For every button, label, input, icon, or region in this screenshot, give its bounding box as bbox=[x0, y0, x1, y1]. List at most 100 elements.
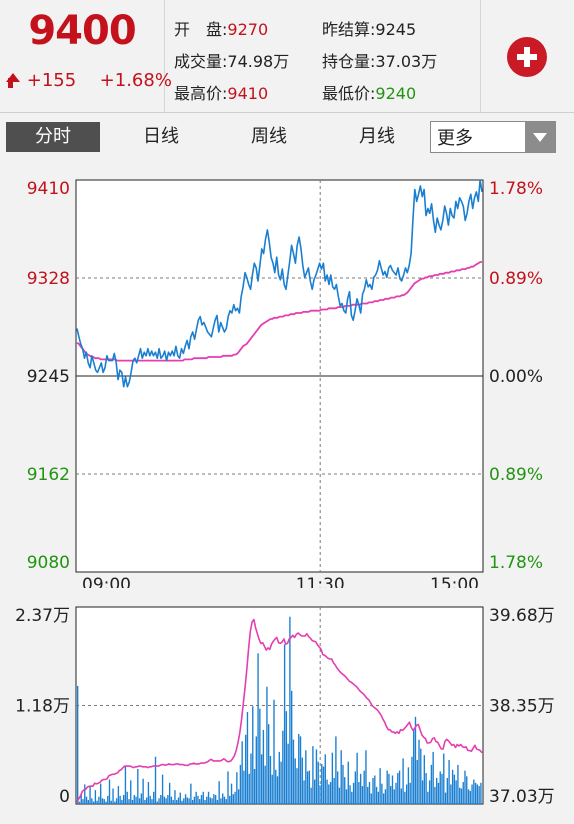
volume-bar bbox=[294, 758, 296, 804]
last-price: 9400 bbox=[28, 8, 136, 54]
more-select[interactable]: 更多 bbox=[430, 121, 556, 153]
volume-bar bbox=[407, 767, 410, 804]
volume-bar bbox=[94, 790, 97, 804]
volume-bar bbox=[186, 797, 189, 804]
volume-bar bbox=[96, 800, 98, 804]
volume-bar bbox=[416, 760, 418, 804]
volume-bar bbox=[393, 789, 395, 804]
volume-bar bbox=[306, 771, 309, 804]
volume-bar bbox=[165, 798, 167, 804]
volume-bar bbox=[359, 773, 362, 804]
volume-bar bbox=[367, 786, 369, 804]
volume-bar bbox=[260, 754, 263, 804]
volume-bar bbox=[451, 769, 454, 804]
tab-weekly[interactable]: 周线 bbox=[222, 122, 316, 152]
volume-bar bbox=[439, 771, 441, 804]
volume-bar bbox=[473, 779, 475, 804]
volume-bar bbox=[110, 800, 112, 804]
volume-bar bbox=[388, 773, 390, 804]
volume-bar bbox=[230, 783, 233, 804]
volume-bar bbox=[243, 770, 245, 804]
volume-bar bbox=[338, 787, 341, 804]
volume-bar bbox=[142, 778, 144, 804]
stat-high-label: 最高价: bbox=[174, 84, 228, 103]
volume-bar bbox=[184, 794, 187, 804]
quote-header: 9400 +155 +1.68% 开 盘:9270 昨结算:9245 成交量:7… bbox=[0, 0, 574, 113]
y-tick-label-left: 9162 bbox=[27, 465, 70, 485]
volume-bar bbox=[299, 736, 302, 804]
volume-bar bbox=[349, 785, 351, 804]
volume-bar bbox=[137, 768, 139, 804]
volume-bar bbox=[395, 782, 397, 804]
volume-bar bbox=[218, 781, 220, 804]
volume-bar bbox=[428, 780, 431, 804]
volume-bar bbox=[177, 797, 180, 804]
stat-open-value: 9270 bbox=[227, 20, 269, 39]
volume-bar bbox=[154, 756, 157, 804]
volume-bar bbox=[280, 761, 282, 804]
stat-open-interest-value: 37.03万 bbox=[375, 52, 438, 71]
volume-bar bbox=[405, 784, 408, 804]
volume-bar bbox=[322, 766, 325, 804]
volume-bar bbox=[298, 733, 300, 804]
volume-bar bbox=[101, 798, 104, 804]
volume-bar bbox=[292, 739, 295, 804]
volume-bar bbox=[248, 773, 250, 804]
volume-bar bbox=[450, 784, 452, 804]
volume-bar bbox=[375, 786, 378, 804]
volume-bar bbox=[197, 795, 199, 804]
volume-bar bbox=[130, 780, 132, 804]
volume-bar bbox=[368, 782, 371, 804]
volume-bar bbox=[145, 797, 148, 804]
price-change-percent: +1.68% bbox=[99, 70, 172, 91]
volume-bar bbox=[313, 779, 316, 804]
volume-bar bbox=[342, 764, 344, 804]
volume-bar bbox=[246, 711, 249, 804]
volume-bar bbox=[382, 793, 385, 804]
volume-bar bbox=[391, 775, 394, 804]
volume-bar bbox=[331, 752, 334, 804]
volume-bar bbox=[268, 724, 270, 804]
volume-bar bbox=[200, 795, 203, 804]
volume-bar bbox=[275, 769, 277, 804]
chevron-down-icon[interactable] bbox=[525, 122, 555, 152]
volume-bar bbox=[381, 783, 383, 804]
tab-intraday[interactable]: 分时 bbox=[6, 122, 100, 152]
volume-bar bbox=[161, 774, 164, 804]
volume-bar bbox=[444, 792, 447, 804]
volume-bar bbox=[252, 706, 254, 804]
volume-bar bbox=[126, 791, 128, 804]
volume-bar bbox=[411, 756, 413, 804]
stat-volume: 成交量:74.98万 bbox=[174, 48, 289, 72]
volume-bar bbox=[333, 777, 335, 804]
volume-bar bbox=[250, 753, 252, 804]
volume-bar bbox=[122, 795, 125, 804]
change-row: +155 +1.68% bbox=[6, 70, 172, 91]
volume-bar bbox=[328, 784, 330, 804]
volume-bar bbox=[82, 799, 84, 804]
y-tick-label-left: 9328 bbox=[27, 269, 70, 289]
volume-bar bbox=[305, 750, 307, 804]
volume-bar bbox=[220, 798, 222, 804]
y-tick-label-left: 9080 bbox=[27, 553, 70, 573]
volume-bar bbox=[193, 796, 196, 804]
volume-bar bbox=[421, 780, 424, 804]
tab-daily[interactable]: 日线 bbox=[114, 122, 208, 152]
volume-bar bbox=[361, 786, 364, 804]
volume-bar bbox=[430, 764, 433, 804]
volume-bar bbox=[209, 797, 212, 804]
volume-tick-label-left: 1.18万 bbox=[15, 697, 70, 717]
oi-tick-label-right: 37.03万 bbox=[489, 787, 555, 807]
volume-bar bbox=[163, 796, 166, 804]
tab-monthly[interactable]: 月线 bbox=[330, 122, 424, 152]
stat-prev-settle: 昨结算:9245 bbox=[322, 16, 416, 40]
volume-bar bbox=[167, 795, 169, 804]
volume-bar bbox=[441, 773, 443, 804]
volume-bar bbox=[287, 743, 289, 804]
volume-bar bbox=[427, 791, 429, 804]
add-watchlist-button[interactable] bbox=[507, 37, 547, 77]
volume-bar bbox=[105, 801, 107, 804]
oi-tick-label-right: 39.68万 bbox=[489, 606, 555, 626]
volume-bar bbox=[239, 764, 242, 804]
volume-bar bbox=[301, 757, 303, 804]
